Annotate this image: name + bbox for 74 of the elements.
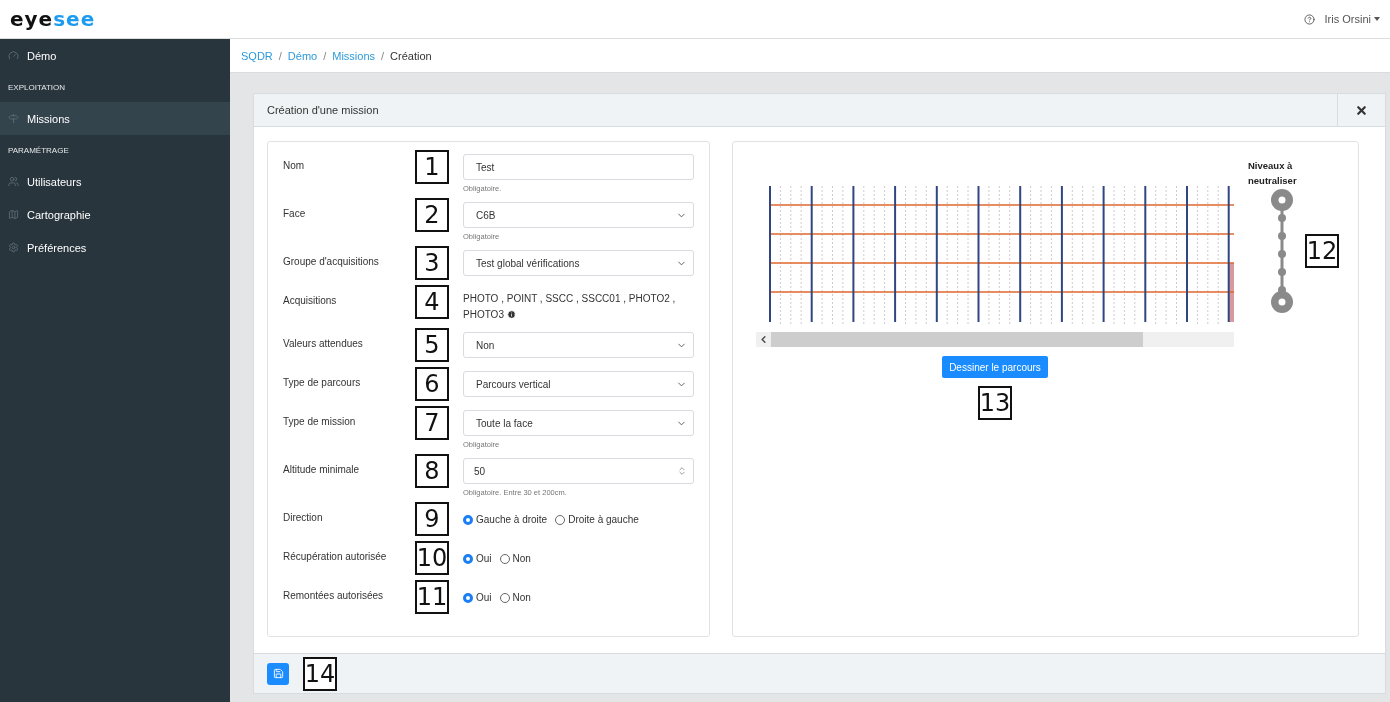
field-label: Groupe d'acquisitions <box>283 255 380 269</box>
radio-button[interactable] <box>463 514 473 525</box>
field-label: Type de mission <box>283 415 357 429</box>
sidebar-item[interactable]: Préférences <box>0 231 230 264</box>
callout-number: 2 <box>415 198 449 232</box>
gear-icon <box>8 242 19 253</box>
horizontal-scrollbar[interactable] <box>756 332 1234 347</box>
callout-number: 4 <box>415 285 449 319</box>
map-icon <box>8 209 19 220</box>
sidebar-item[interactable]: Missions <box>0 102 230 135</box>
field-label: Type de parcours <box>283 376 362 390</box>
radio-button[interactable] <box>463 592 473 603</box>
gauge-icon <box>8 50 19 61</box>
save-button[interactable] <box>267 662 289 685</box>
radio-button[interactable] <box>499 592 510 603</box>
radio-label: Gauche à droite <box>476 514 548 525</box>
field-label: Face <box>283 207 307 221</box>
sidebar-heading: EXPLOITATION <box>7 81 67 94</box>
breadcrumb-separator: / <box>381 49 385 62</box>
field-label: Altitude minimale <box>283 463 361 477</box>
callout-number: 11 <box>415 580 449 614</box>
radio-button[interactable] <box>499 553 510 564</box>
text-field[interactable]: Test <box>463 154 694 180</box>
signpost-icon <box>8 113 19 124</box>
radio-label: Oui <box>476 592 492 603</box>
sidebar-item[interactable]: Utilisateurs <box>0 165 230 198</box>
sidebar-heading: PARAMÉTRAGE <box>7 144 70 157</box>
callout-number: 10 <box>415 541 449 575</box>
number-field[interactable]: 50 <box>463 458 694 484</box>
logo: eyesee <box>10 7 96 31</box>
callout-number: 12 <box>1305 234 1339 268</box>
breadcrumb-separator: / <box>278 49 282 62</box>
callout-number: 9 <box>415 502 449 536</box>
sidebar-item[interactable]: Démo <box>0 39 230 72</box>
card-title: Création d'une mission <box>267 104 379 116</box>
callout-number: 3 <box>415 246 449 280</box>
radio-button[interactable] <box>463 553 473 564</box>
radio-label: Droite à gauche <box>568 514 639 525</box>
field-label: Nom <box>283 159 306 173</box>
slider-handle[interactable] <box>1271 291 1293 313</box>
info-icon <box>506 310 516 319</box>
field-label: Remontées autorisées <box>283 589 385 603</box>
callout-number: 13 <box>978 386 1012 420</box>
field-label: Valeurs attendues <box>283 337 364 351</box>
select-field[interactable]: C6B <box>463 202 694 228</box>
select-field[interactable]: Test global vérifications <box>463 250 694 276</box>
field-label: Récupération autorisée <box>283 550 388 564</box>
spinner-icon <box>677 466 687 476</box>
help-icon[interactable] <box>1303 13 1315 25</box>
select-field[interactable]: Non <box>463 332 694 358</box>
field-label: Acquisitions <box>283 294 338 308</box>
acquisitions-text: PHOTO , POINT , SSCC , SSCC01 , PHOTO2 , PHOTO3 <box>463 292 677 322</box>
select-field[interactable]: Toute la face <box>463 410 694 436</box>
callout-number: 7 <box>415 406 449 440</box>
callout-number: 1 <box>415 150 449 184</box>
radio-label: Non <box>512 592 531 603</box>
levels-title: Niveaux à neutraliser <box>1248 159 1298 188</box>
close-icon <box>1355 103 1368 117</box>
current-page-label[interactable]: Création <box>390 49 432 62</box>
radio-label: Non <box>512 553 531 564</box>
radio-label: Oui <box>476 553 492 564</box>
user-menu[interactable]: Iris Orsini <box>1324 13 1380 25</box>
callout-number: 6 <box>415 367 449 401</box>
sidebar-item[interactable]: Cartographie <box>0 198 230 231</box>
radio-button[interactable] <box>555 514 566 525</box>
callout-number: 8 <box>415 454 449 488</box>
select-field[interactable]: Parcours vertical <box>463 371 694 397</box>
field-label: Direction <box>283 511 324 525</box>
save-icon <box>272 668 284 679</box>
callout-number: 5 <box>415 328 449 362</box>
breadcrumb-separator: / <box>323 49 327 62</box>
slider-handle[interactable] <box>1271 189 1293 211</box>
users-icon <box>8 176 19 187</box>
callout-number: 14 <box>303 656 337 691</box>
